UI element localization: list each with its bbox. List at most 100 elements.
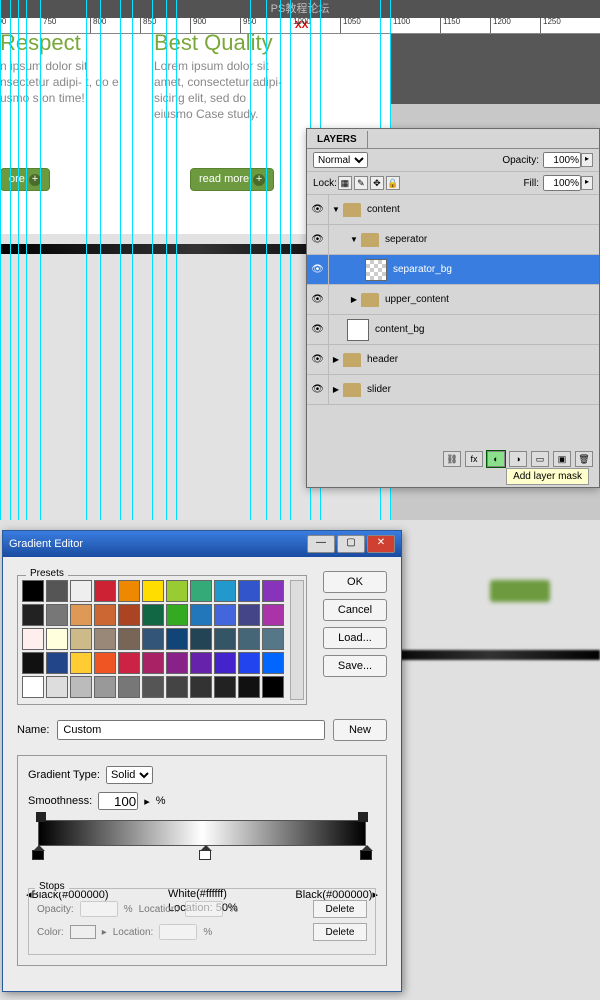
preset-swatch[interactable] bbox=[94, 676, 116, 698]
opacity-stop-right[interactable] bbox=[358, 812, 368, 822]
preset-swatch[interactable] bbox=[238, 652, 260, 674]
opacity-input[interactable] bbox=[543, 152, 581, 168]
new-button[interactable]: New bbox=[333, 719, 387, 741]
layer-thumbnail[interactable] bbox=[365, 259, 387, 281]
preset-swatch[interactable] bbox=[22, 676, 44, 698]
link-layers-icon[interactable]: ⛓ bbox=[443, 451, 461, 467]
layer-fx-icon[interactable]: fx bbox=[465, 451, 483, 467]
layer-row[interactable]: 👁▶upper_content bbox=[307, 285, 599, 315]
preset-swatch[interactable] bbox=[46, 676, 68, 698]
layer-row[interactable]: 👁 separator_bg bbox=[307, 255, 599, 285]
delete-color-stop-button[interactable]: Delete bbox=[313, 923, 367, 941]
preset-swatch[interactable] bbox=[262, 604, 284, 626]
save-button[interactable]: Save... bbox=[323, 655, 387, 677]
layer-name[interactable]: upper_content bbox=[385, 294, 449, 305]
preset-swatch[interactable] bbox=[70, 604, 92, 626]
preset-swatch[interactable] bbox=[118, 580, 140, 602]
preset-swatch[interactable] bbox=[214, 676, 236, 698]
preset-swatch[interactable] bbox=[190, 604, 212, 626]
stop-location-input[interactable] bbox=[185, 901, 223, 917]
layer-thumbnail[interactable] bbox=[347, 319, 369, 341]
color-stop-left[interactable] bbox=[32, 850, 44, 864]
opacity-stop-left[interactable] bbox=[36, 812, 46, 822]
fill-input[interactable] bbox=[543, 175, 581, 191]
layer-row[interactable]: 👁 content_bg bbox=[307, 315, 599, 345]
preset-swatch[interactable] bbox=[166, 604, 188, 626]
preset-swatch[interactable] bbox=[142, 652, 164, 674]
preset-swatch[interactable] bbox=[190, 676, 212, 698]
readmore-left-button[interactable]: ore+ bbox=[0, 168, 50, 191]
lock-pixels-icon[interactable]: ✎ bbox=[354, 176, 368, 190]
preset-swatch[interactable] bbox=[94, 604, 116, 626]
visibility-toggle-icon[interactable]: 👁 bbox=[307, 345, 329, 374]
layers-tab[interactable]: LAYERS bbox=[307, 131, 368, 148]
visibility-toggle-icon[interactable]: 👁 bbox=[307, 315, 329, 344]
visibility-toggle-icon[interactable]: 👁 bbox=[307, 255, 329, 284]
gradient-type-select[interactable]: Solid bbox=[106, 766, 153, 784]
visibility-toggle-icon[interactable]: 👁 bbox=[307, 285, 329, 314]
stop-color-location-input[interactable] bbox=[159, 924, 197, 940]
layer-list[interactable]: 👁▼content👁▼seperator👁separator_bg👁▶upper… bbox=[307, 195, 599, 443]
disclosure-triangle-icon[interactable]: ▶ bbox=[329, 385, 343, 394]
presets-scrollbar[interactable] bbox=[290, 580, 304, 700]
layer-name[interactable]: header bbox=[367, 354, 398, 365]
delete-layer-icon[interactable]: 🗑 bbox=[575, 451, 593, 467]
preset-swatch[interactable] bbox=[46, 580, 68, 602]
preset-swatch[interactable] bbox=[166, 652, 188, 674]
new-layer-icon[interactable]: ▣ bbox=[553, 451, 571, 467]
preset-swatch[interactable] bbox=[166, 676, 188, 698]
preset-swatch[interactable] bbox=[238, 604, 260, 626]
fill-arrow[interactable]: ▸ bbox=[581, 176, 593, 190]
new-group-icon[interactable]: ▭ bbox=[531, 451, 549, 467]
visibility-toggle-icon[interactable]: 👁 bbox=[307, 225, 329, 254]
preset-swatch[interactable] bbox=[94, 652, 116, 674]
preset-swatch[interactable] bbox=[214, 580, 236, 602]
preset-swatch[interactable] bbox=[22, 652, 44, 674]
layer-name[interactable]: content bbox=[367, 204, 400, 215]
stop-opacity-input[interactable] bbox=[80, 901, 118, 917]
disclosure-triangle-icon[interactable]: ▶ bbox=[329, 355, 343, 364]
preset-swatch[interactable] bbox=[142, 580, 164, 602]
color-stop-right[interactable] bbox=[360, 850, 372, 864]
maximize-button[interactable]: ▢ bbox=[337, 535, 365, 553]
visibility-toggle-icon[interactable]: 👁 bbox=[307, 195, 329, 224]
cancel-button[interactable]: Cancel bbox=[323, 599, 387, 621]
close-button[interactable]: ✕ bbox=[367, 535, 395, 553]
visibility-toggle-icon[interactable]: 👁 bbox=[307, 375, 329, 404]
disclosure-triangle-icon[interactable]: ▼ bbox=[329, 205, 343, 214]
preset-swatch[interactable] bbox=[166, 628, 188, 650]
adjustment-layer-icon[interactable]: ◑ bbox=[509, 451, 527, 467]
blend-mode-select[interactable]: Normal bbox=[313, 152, 368, 168]
preset-swatch[interactable] bbox=[70, 628, 92, 650]
preset-swatch[interactable] bbox=[214, 604, 236, 626]
color-stop-mid[interactable] bbox=[199, 850, 211, 864]
preset-swatch[interactable] bbox=[238, 580, 260, 602]
readmore-right-button[interactable]: read more+ bbox=[190, 168, 274, 191]
preset-swatch[interactable] bbox=[22, 604, 44, 626]
gradient-preview-bar[interactable] bbox=[38, 820, 366, 846]
layers-panel[interactable]: LAYERS Normal Opacity: ▸ Lock: ▦ ✎ ✥ 🔒 F… bbox=[306, 128, 600, 488]
lock-all-icon[interactable]: 🔒 bbox=[386, 176, 400, 190]
preset-swatch[interactable] bbox=[94, 628, 116, 650]
preset-swatch[interactable] bbox=[70, 676, 92, 698]
layer-name[interactable]: separator_bg bbox=[393, 264, 452, 275]
preset-swatch[interactable] bbox=[262, 580, 284, 602]
preset-swatch[interactable] bbox=[166, 580, 188, 602]
preset-swatch[interactable] bbox=[142, 676, 164, 698]
preset-swatch[interactable] bbox=[262, 676, 284, 698]
smoothness-arrow[interactable]: ▸ bbox=[144, 795, 150, 808]
layer-row[interactable]: 👁▼ content bbox=[307, 195, 599, 225]
preset-swatch[interactable] bbox=[118, 676, 140, 698]
layer-name[interactable]: content_bg bbox=[375, 324, 425, 335]
preset-swatch[interactable] bbox=[142, 604, 164, 626]
preset-swatch[interactable] bbox=[46, 652, 68, 674]
preset-swatch[interactable] bbox=[94, 580, 116, 602]
preset-swatch[interactable] bbox=[190, 580, 212, 602]
preset-swatch[interactable] bbox=[22, 580, 44, 602]
preset-swatch[interactable] bbox=[46, 604, 68, 626]
delete-opacity-stop-button[interactable]: Delete bbox=[313, 900, 367, 918]
stop-color-swatch[interactable] bbox=[70, 925, 96, 939]
lock-position-icon[interactable]: ✥ bbox=[370, 176, 384, 190]
gradient-name-input[interactable] bbox=[57, 720, 325, 740]
preset-swatch[interactable] bbox=[238, 628, 260, 650]
